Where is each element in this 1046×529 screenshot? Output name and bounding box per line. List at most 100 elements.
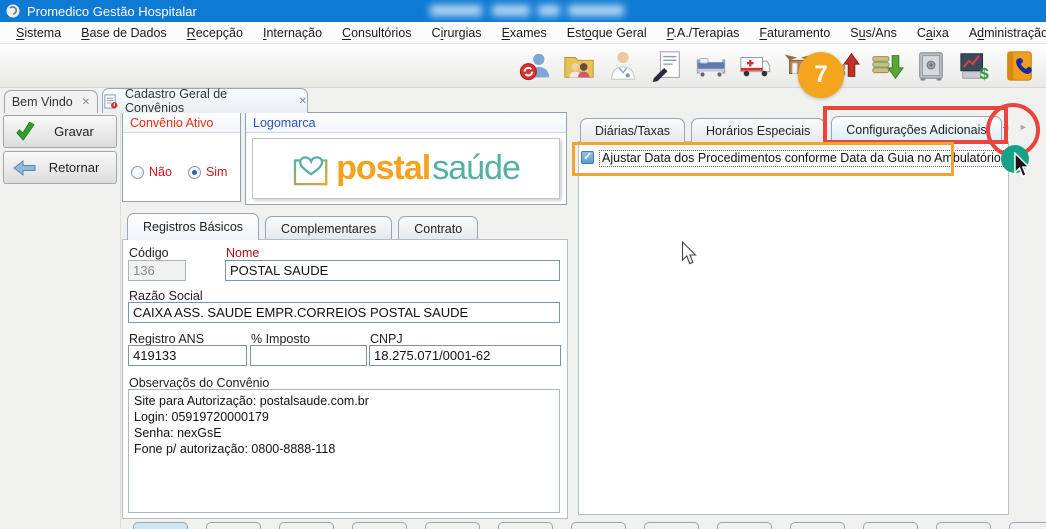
logomarca-groupbox: Logomarca postal saúde (245, 112, 567, 205)
menu-bar: Sistema Base de Dados Recepção Internação Co… (0, 22, 1046, 44)
radio-icon[interactable] (131, 165, 144, 179)
logomarca-title: Logomarca (246, 113, 566, 133)
redacted-text (538, 5, 560, 16)
convenio-ativo-groupbox: Convênio Ativo Não Sim (122, 112, 241, 202)
bottom-tab-1[interactable] (133, 522, 188, 529)
logo-text-saude: saúde (432, 149, 521, 187)
bottom-tab-2[interactable] (206, 522, 261, 529)
razao-social-label: Razão Social (129, 289, 203, 303)
ajustar-data-label: Ajustar Data dos Procedimentos conforme … (599, 150, 1004, 167)
toolbar: $ (0, 44, 1046, 88)
configuracoes-adicionais-panel (578, 141, 1009, 515)
observacoes-textarea[interactable]: Site para Autorização: postalsaude.com.b… (128, 389, 560, 513)
radio-nao[interactable]: Não (131, 165, 172, 179)
menu-item-sistema[interactable]: Sistema (6, 24, 71, 42)
tab-diarias-taxas[interactable]: Diárias/Taxas (580, 118, 686, 142)
hospital-bed-icon[interactable] (692, 47, 730, 85)
observacoes-label: Observaçõs do Convênio (129, 376, 270, 390)
bottom-tab-6[interactable] (498, 522, 553, 529)
registro-ans-label: Registro ANS (129, 332, 205, 346)
close-icon[interactable]: ✕ (299, 96, 307, 107)
codigo-input (128, 260, 186, 281)
retornar-button[interactable]: Retornar (3, 151, 117, 184)
tab-label: Cadastro Geral de Convênios (125, 87, 228, 115)
tab-contrato[interactable]: Contrato (398, 216, 479, 240)
menu-item-faturamento[interactable]: Faturamento (749, 24, 840, 42)
safe-icon[interactable] (912, 47, 950, 85)
users-sync-icon[interactable] (516, 47, 554, 85)
bottom-tab-11[interactable] (863, 522, 918, 529)
tab-scroll-arrows[interactable]: ◄ ► (1001, 122, 1028, 132)
codigo-label: Código (129, 246, 169, 260)
arrow-left-icon (4, 159, 46, 177)
ambulance-icon[interactable] (736, 47, 774, 85)
annotation-cursor (1013, 151, 1032, 182)
bottom-tab-4[interactable] (352, 522, 407, 529)
patient-records-icon[interactable] (560, 47, 598, 85)
nome-label: Nome (226, 246, 260, 260)
finance-chart-icon[interactable]: $ (956, 47, 994, 85)
right-tab-row: Diárias/Taxas Horários Especiais Configura… (580, 116, 1008, 142)
cnpj-input[interactable] (369, 345, 561, 366)
menu-item-administracao[interactable]: Administração (959, 24, 1046, 42)
menu-item-cirurgias[interactable]: Cirurgias (422, 24, 492, 42)
tab-bem-vindo[interactable]: Bem Vindo ✕ (4, 90, 98, 113)
redacted-text (568, 5, 624, 16)
close-icon[interactable]: ✕ (82, 97, 90, 108)
razao-social-input[interactable] (128, 302, 560, 323)
menu-item-estoque-geral[interactable]: Estoque Geral (557, 24, 657, 42)
radio-sim[interactable]: Sim (187, 165, 227, 179)
registro-ans-input[interactable] (128, 345, 247, 366)
redacted-text (430, 5, 482, 16)
title-bar: Promedico Gestão Hospitalar (0, 0, 1046, 22)
registros-basicos-panel: Código Nome Razão Social Registro ANS % … (122, 239, 568, 519)
menu-item-internacao[interactable]: Internação (253, 24, 332, 42)
tab-configuracoes-adicionais[interactable]: Configurações Adicionais (831, 116, 1002, 142)
nome-input[interactable] (225, 260, 560, 281)
bottom-tab-13[interactable] (1009, 522, 1046, 529)
ajustar-data-row[interactable]: Ajustar Data dos Procedimentos conforme … (581, 150, 1004, 167)
svg-text:$: $ (980, 65, 989, 83)
bottom-tab-8[interactable] (644, 522, 699, 529)
scroll-right-icon[interactable]: ► (1019, 122, 1028, 132)
bottom-tab-5[interactable] (425, 522, 480, 529)
bottom-tab-3[interactable] (279, 522, 334, 529)
imposto-label: % Imposto (251, 332, 311, 346)
menu-item-consultorios[interactable]: Consultórios (332, 24, 421, 42)
ajustar-data-checkbox[interactable] (581, 150, 594, 164)
sidebar-separator (120, 88, 121, 529)
convenio-ativo-title: Convênio Ativo (123, 113, 240, 133)
bottom-tab-10[interactable] (790, 522, 845, 529)
bottom-tab-7[interactable] (571, 522, 626, 529)
money-down-icon[interactable] (868, 47, 906, 85)
gravar-button[interactable]: Gravar (3, 115, 117, 148)
check-icon (4, 121, 46, 142)
bottom-tab-strip (133, 522, 1046, 529)
tab-complementares[interactable]: Complementares (265, 216, 393, 240)
tab-horarios-especiais[interactable]: Horários Especiais (691, 118, 826, 142)
menu-item-p-a-terapias[interactable]: P.A./Terapias (657, 24, 750, 42)
menu-item-exames[interactable]: Exames (492, 24, 557, 42)
scroll-left-icon[interactable]: ◄ (1001, 122, 1010, 132)
phone-book-icon[interactable] (1000, 47, 1038, 85)
tab-label: Bem Vindo (11, 95, 73, 109)
logo-image: postal saúde (252, 138, 560, 199)
menu-item-caixa[interactable]: Caixa (907, 24, 959, 42)
contract-icon[interactable] (648, 47, 686, 85)
tab-cadastro-geral-de-convenios[interactable]: Cadastro Geral de Convênios ✕ (102, 87, 308, 115)
cnpj-label: CNPJ (370, 332, 403, 346)
radio-icon[interactable] (187, 165, 201, 179)
tab-registros-basicos[interactable]: Registros Básicos (127, 213, 260, 240)
gravar-label: Gravar (54, 124, 94, 139)
step-badge: 7 (798, 52, 844, 98)
menu-item-recepcao[interactable]: Recepção (177, 24, 253, 42)
menu-item-base-de-dados[interactable]: Base de Dados (71, 24, 176, 42)
envelope-heart-icon (293, 155, 328, 185)
doctor-icon[interactable] (604, 47, 642, 85)
menu-item-sus-ans[interactable]: Sus/Ans (840, 24, 907, 42)
bottom-tab-9[interactable] (717, 522, 772, 529)
imposto-input[interactable] (250, 345, 367, 366)
app-icon (6, 4, 20, 18)
document-icon (103, 93, 118, 109)
bottom-tab-12[interactable] (936, 522, 991, 529)
